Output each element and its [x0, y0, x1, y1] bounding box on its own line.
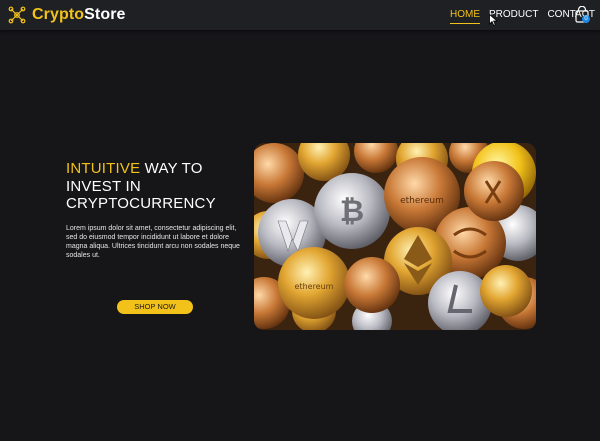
network-nodes-icon — [8, 6, 26, 24]
hero-description: Lorem ipsum dolor sit amet, consectetur … — [66, 225, 240, 259]
nav-link-product[interactable]: PRODUCT — [489, 9, 538, 21]
hero-title-line3: CRYPTOCURRENCY — [66, 195, 216, 212]
ethereum-coin-text: ethereum — [400, 196, 444, 206]
svg-text:₿: ₿ — [340, 194, 364, 229]
brand-name-part1: Crypto — [32, 6, 85, 23]
hero-title-highlight: INTUITIVE — [66, 160, 141, 177]
hero-image-crypto-coins: ₿ ethereum ethereum — [254, 143, 536, 330]
nav-link-home[interactable]: HOME — [450, 9, 480, 24]
cart-button[interactable]: 0 — [575, 5, 591, 24]
hero-title-line2: INVEST IN — [66, 177, 141, 195]
cart-count-badge: 0 — [582, 15, 590, 23]
brand-name: CryptoStore — [32, 6, 126, 24]
brand-logo[interactable]: CryptoStore — [8, 6, 126, 24]
navbar: CryptoStore HOME PRODUCT CONTACT 0 — [0, 0, 600, 30]
shop-now-button[interactable]: SHOP NOW — [117, 300, 193, 314]
brand-name-part2: Store — [84, 6, 126, 23]
hero-title: INTUITIVE WAY TO INVEST IN CRYPTOCURRENC… — [66, 160, 266, 213]
hero-title-line1-rest: WAY TO — [140, 160, 203, 177]
svg-text:ethereum: ethereum — [295, 282, 334, 291]
